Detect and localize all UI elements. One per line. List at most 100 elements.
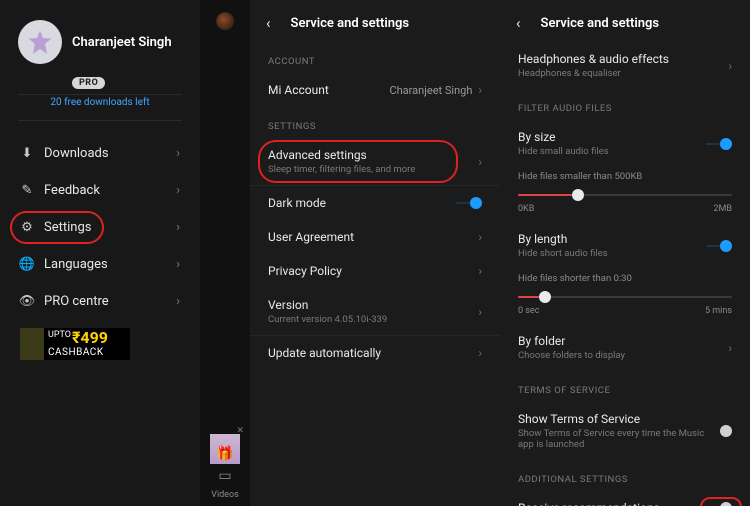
row-label: By size — [518, 130, 720, 144]
gift-icon: 🎁 — [216, 446, 233, 462]
row-label: Version — [268, 298, 478, 312]
row-value: Charanjeet Singh — [389, 84, 472, 97]
row-update-auto[interactable]: Update automatically › — [250, 336, 500, 370]
feedback-icon: ✎ — [20, 183, 34, 198]
theme-dot-icon[interactable] — [216, 12, 234, 30]
row-label: Update automatically — [268, 346, 478, 360]
chevron-right-icon: › — [728, 59, 732, 73]
promo-cashback: CASHBACK — [48, 347, 104, 358]
page-title: Service and settings — [291, 16, 410, 31]
row-headphones[interactable]: Headphones & audio effects Headphones & … — [500, 42, 750, 89]
row-label: Mi Account — [268, 83, 389, 97]
cashback-promo[interactable]: UPTO ₹499 CASHBACK — [20, 328, 130, 360]
slider-max: 2MB — [713, 204, 732, 214]
menu-label: Settings — [44, 220, 91, 235]
slider-size[interactable]: Hide files smaller than 500KB 0KB 2MB — [500, 167, 750, 222]
tab-label: Videos — [211, 490, 239, 500]
toggle-by-size[interactable] — [720, 138, 732, 150]
settings-icon: ⚙ — [20, 220, 34, 235]
row-user-agreement[interactable]: User Agreement › — [250, 220, 500, 254]
mini-strip: ✕ 🎁 ▭ Videos — [200, 0, 250, 506]
menu-label: Downloads — [44, 146, 109, 161]
chevron-right-icon: › — [478, 83, 482, 97]
section-additional: ADDITIONAL SETTINGS — [500, 460, 750, 491]
row-label: By length — [518, 232, 720, 246]
settings-panel-2: ‹ Service and settings Headphones & audi… — [500, 0, 750, 506]
download-icon: ⬇ — [20, 146, 34, 161]
toggle-recommendations[interactable] — [720, 502, 732, 506]
toggle-show-tos[interactable] — [720, 425, 732, 437]
row-sub: Sleep timer, filtering files, and more — [268, 164, 478, 175]
section-account: ACCOUNT — [250, 42, 500, 73]
row-by-length[interactable]: By length Hide short audio files — [500, 222, 750, 269]
menu-languages[interactable]: 🌐Languages › — [0, 246, 200, 283]
chevron-right-icon: › — [176, 257, 180, 272]
row-sub: Choose folders to display — [518, 350, 728, 361]
menu-downloads[interactable]: ⬇ Downloads › — [0, 135, 200, 172]
toggle-dark-mode[interactable] — [470, 197, 482, 209]
profile-header[interactable]: Charanjeet Singh — [0, 10, 200, 72]
slider-min: 0KB — [518, 204, 534, 214]
row-label: Dark mode — [268, 196, 470, 210]
row-receive-recommendations[interactable]: Receive recommendations — [500, 491, 750, 506]
avatar — [18, 20, 62, 64]
promo-price: ₹499 — [72, 328, 108, 347]
row-dark-mode[interactable]: Dark mode — [250, 186, 500, 220]
menu-pro-centre[interactable]: 👁 PRO centre › — [0, 283, 200, 320]
toggle-by-length[interactable] — [720, 240, 732, 252]
settings-panel-1: ‹ Service and settings ACCOUNT Mi Accoun… — [250, 0, 500, 506]
slider-title: Hide files shorter than 0:30 — [518, 273, 732, 284]
chevron-right-icon: › — [728, 341, 732, 355]
row-advanced-settings[interactable]: Advanced settings Sleep timer, filtering… — [250, 138, 500, 185]
row-label: Receive recommendations — [518, 501, 720, 506]
row-label: Privacy Policy — [268, 264, 478, 278]
menu-label: Feedback — [44, 183, 100, 198]
promo-upto: UPTO — [48, 330, 71, 340]
slider-max: 5 mins — [705, 306, 732, 316]
row-sub: Current version 4.05.10i-339 — [268, 314, 478, 325]
row-privacy-policy[interactable]: Privacy Policy › — [250, 254, 500, 288]
row-sub: Headphones & equaliser — [518, 68, 728, 79]
menu-label: PRO centre — [44, 294, 109, 309]
row-label: By folder — [518, 334, 728, 348]
profile-menu-panel: Charanjeet Singh PRO 20 free downloads l… — [0, 0, 200, 506]
menu-feedback[interactable]: ✎ Feedback › — [0, 172, 200, 209]
chevron-right-icon: › — [478, 155, 482, 169]
tab-videos[interactable]: ▭ Videos — [200, 468, 250, 500]
row-version[interactable]: Version Current version 4.05.10i-339 › — [250, 288, 500, 335]
section-tos: TERMS OF SERVICE — [500, 371, 750, 402]
row-label: User Agreement — [268, 230, 478, 244]
chevron-right-icon: › — [478, 346, 482, 360]
profile-name: Charanjeet Singh — [72, 35, 172, 50]
page-title: Service and settings — [541, 16, 660, 31]
chevron-right-icon: › — [176, 146, 180, 161]
row-by-folder[interactable]: By folder Choose folders to display › — [500, 324, 750, 371]
pro-badge: PRO — [72, 77, 105, 89]
videos-icon: ▭ — [200, 468, 250, 484]
gift-tile[interactable]: 🎁 — [210, 434, 240, 464]
row-sub: Hide short audio files — [518, 248, 720, 259]
section-filter: FILTER AUDIO FILES — [500, 89, 750, 120]
row-by-size[interactable]: By size Hide small audio files — [500, 120, 750, 167]
slider-min: 0 sec — [518, 306, 539, 316]
pro-icon: 👁 — [20, 294, 34, 309]
menu-label: Languages — [44, 257, 108, 272]
slider-length[interactable]: Hide files shorter than 0:30 0 sec 5 mins — [500, 269, 750, 324]
back-button[interactable]: ‹ — [516, 14, 521, 32]
row-label: Advanced settings — [268, 148, 478, 162]
row-label: Show Terms of Service — [518, 412, 720, 426]
row-show-tos[interactable]: Show Terms of Service Show Terms of Serv… — [500, 402, 750, 460]
downloads-remaining[interactable]: 20 free downloads left — [0, 95, 200, 120]
back-button[interactable]: ‹ — [266, 14, 271, 32]
side-menu: ⬇ Downloads › ✎ Feedback › ⚙ Settings › 🌐La… — [0, 135, 200, 320]
slider-title: Hide files smaller than 500KB — [518, 171, 732, 182]
row-label: Headphones & audio effects — [518, 52, 728, 66]
chevron-right-icon: › — [176, 183, 180, 198]
chevron-right-icon: › — [478, 230, 482, 244]
section-settings: SETTINGS — [250, 107, 500, 138]
chevron-right-icon: › — [176, 294, 180, 309]
chevron-right-icon: › — [478, 264, 482, 278]
row-mi-account[interactable]: Mi Account Charanjeet Singh › — [250, 73, 500, 107]
chevron-right-icon: › — [478, 305, 482, 319]
menu-settings[interactable]: ⚙Settings › — [0, 209, 200, 246]
